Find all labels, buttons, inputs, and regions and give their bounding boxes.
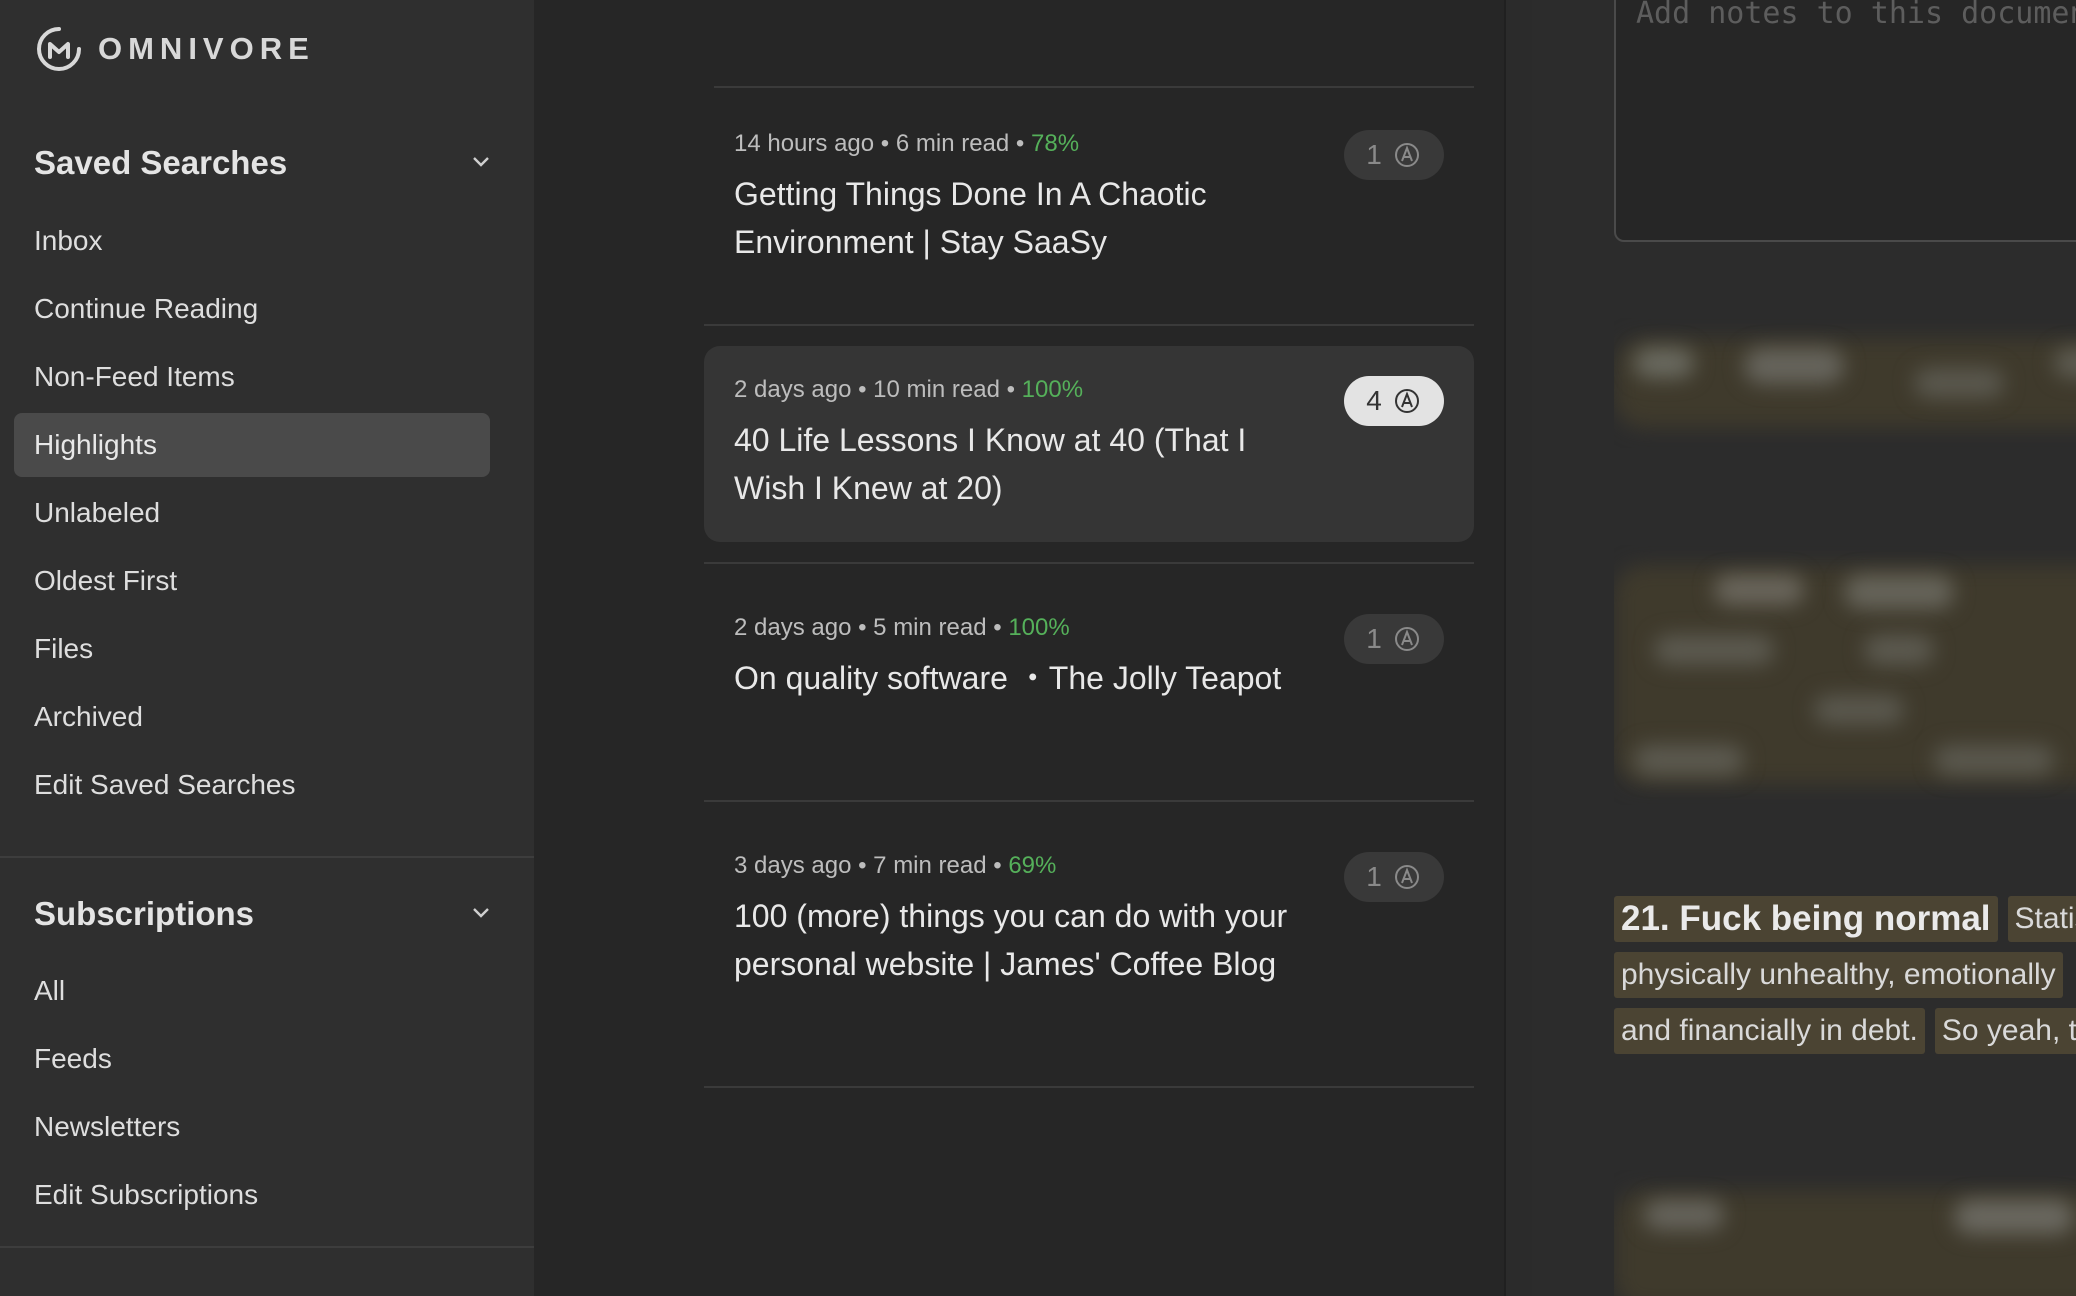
item-title: 40 Life Lessons I Know at 40 (That I Wis… <box>734 422 1247 506</box>
item-title: On quality software ・The Jolly Teapot <box>734 660 1282 696</box>
saved-searches-header[interactable]: Saved Searches <box>34 144 494 182</box>
highlight-excerpt[interactable]: 21. Fuck being normal Statis physically … <box>1614 896 2076 1064</box>
list-item[interactable]: 2 days ago • 10 min read • 100% 40 Life … <box>704 346 1474 542</box>
sidebar-item-files[interactable]: Files <box>14 617 490 681</box>
sidebar-item-label: Continue Reading <box>34 293 259 324</box>
highlight-text: Statis <box>2007 896 2076 942</box>
highlight-count-badge[interactable]: 1 <box>1344 130 1444 180</box>
item-meta: 2 days ago • 10 min read • 100% <box>734 376 1084 403</box>
highlighter-icon <box>1394 389 1419 413</box>
chevron-down-icon[interactable] <box>468 148 494 179</box>
sidebar-divider <box>0 1246 534 1248</box>
list-item[interactable]: 3 days ago • 7 min read • 69% 100 (more)… <box>704 822 1474 1072</box>
sidebar-item-label: Edit Subscriptions <box>34 1179 259 1210</box>
list-item[interactable]: 2 days ago • 5 min read • 100% On qualit… <box>704 584 1474 780</box>
sidebar-item-label: Non-Feed Items <box>34 361 235 392</box>
blurred-highlight <box>1614 318 2076 448</box>
notes-placeholder: Add notes to this document... <box>1636 0 2076 31</box>
highlight-text: and financially in debt. <box>1614 1008 1925 1054</box>
item-title: Getting Things Done In A Chaotic Environ… <box>734 176 1207 260</box>
highlighter-icon <box>1394 627 1419 651</box>
sidebar-item-label: Unlabeled <box>34 497 161 528</box>
subscriptions-header[interactable]: Subscriptions <box>34 895 494 933</box>
sidebar-item-label: Oldest First <box>34 565 178 596</box>
read-progress: 100% <box>1021 376 1084 403</box>
list-divider <box>704 800 1474 802</box>
blurred-highlight <box>1614 1170 2076 1296</box>
sidebar-item-feeds[interactable]: Feeds <box>14 1027 490 1091</box>
sidebar-item-archived[interactable]: Archived <box>14 685 490 749</box>
sidebar-item-edit-saved-searches[interactable]: Edit Saved Searches <box>14 753 490 817</box>
omnivore-logo-icon <box>37 27 81 71</box>
list-divider <box>704 562 1474 564</box>
read-progress: 69% <box>1008 852 1057 879</box>
sidebar-item-unlabeled[interactable]: Unlabeled <box>14 481 490 545</box>
sidebar-item-label: Inbox <box>34 225 103 256</box>
sidebar-item-label: Newsletters <box>34 1111 181 1142</box>
sidebar-item-highlights[interactable]: Highlights <box>14 413 490 477</box>
highlight-count-badge[interactable]: 4 <box>1344 376 1444 426</box>
item-meta: 2 days ago • 5 min read • 100% <box>734 614 1070 641</box>
sidebar-item-label: All <box>34 975 66 1006</box>
blurred-highlight <box>1614 545 2076 805</box>
item-meta: 14 hours ago • 6 min read • 78% <box>734 130 1080 157</box>
sidebar-item-label: Archived <box>34 701 143 732</box>
sidebar: OMNIVORE Saved Searches Inbox Continue R… <box>0 0 534 1296</box>
highlight-count-badge[interactable]: 1 <box>1344 852 1444 902</box>
sidebar-item-label: Highlights <box>34 429 157 460</box>
highlight-count: 1 <box>1366 139 1382 170</box>
highlight-count: 1 <box>1366 861 1382 892</box>
highlight-count: 4 <box>1366 385 1382 416</box>
highlight-count: 1 <box>1366 623 1382 654</box>
sidebar-item-non-feed-items[interactable]: Non-Feed Items <box>14 345 490 409</box>
chevron-down-icon[interactable] <box>468 899 494 930</box>
sidebar-item-edit-subscriptions[interactable]: Edit Subscriptions <box>14 1163 490 1227</box>
sidebar-item-continue-reading[interactable]: Continue Reading <box>14 277 490 341</box>
highlight-count-badge[interactable]: 1 <box>1344 614 1444 664</box>
read-progress: 100% <box>1008 614 1070 641</box>
omnivore-logo[interactable]: OMNIVORE <box>34 24 315 74</box>
sidebar-item-newsletters[interactable]: Newsletters <box>14 1095 490 1159</box>
list-divider <box>704 1086 1474 1088</box>
highlighter-icon <box>1394 143 1419 167</box>
list-item[interactable]: 14 hours ago • 6 min read • 78% Getting … <box>704 100 1474 310</box>
highlight-text: physically unhealthy, emotionally <box>1614 952 2063 998</box>
sidebar-item-label: Edit Saved Searches <box>34 769 296 800</box>
list-divider <box>714 86 1474 88</box>
highlighter-icon <box>1394 865 1419 889</box>
app-name: OMNIVORE <box>98 31 315 66</box>
highlight-text: So yeah, t <box>1934 1008 2076 1054</box>
sidebar-item-oldest-first[interactable]: Oldest First <box>14 549 490 613</box>
highlight-heading: 21. Fuck being normal <box>1614 896 1998 942</box>
notes-textarea[interactable]: Add notes to this document... <box>1614 0 2076 242</box>
sidebar-item-label: Files <box>34 633 94 664</box>
list-divider <box>704 324 1474 326</box>
subscriptions-title: Subscriptions <box>34 895 255 932</box>
sidebar-item-label: Feeds <box>34 1043 112 1074</box>
sidebar-divider <box>0 856 534 858</box>
saved-searches-title: Saved Searches <box>34 144 288 181</box>
sidebar-item-inbox[interactable]: Inbox <box>14 209 490 273</box>
sidebar-item-all[interactable]: All <box>14 959 490 1023</box>
item-meta: 3 days ago • 7 min read • 69% <box>734 852 1057 879</box>
notebook-panel: Add notes to this document... 21. Fuck b… <box>1532 0 2076 1296</box>
read-progress: 78% <box>1031 130 1080 157</box>
item-title: 100 (more) things you can do with your p… <box>734 898 1288 982</box>
